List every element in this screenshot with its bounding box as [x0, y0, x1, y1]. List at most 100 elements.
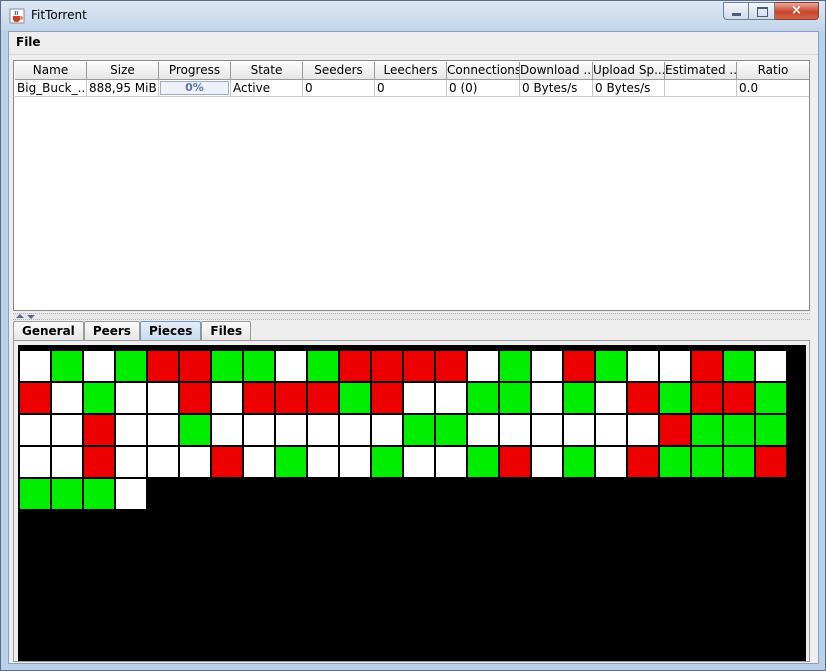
column-header-size[interactable]: Size: [87, 62, 159, 80]
piece-missing: [340, 447, 370, 477]
piece-downloading: [436, 351, 466, 381]
torrent-table[interactable]: Name Size Progress State Seeders Leecher…: [13, 60, 810, 311]
tab-peers[interactable]: Peers: [83, 321, 140, 340]
piece-complete: [692, 415, 722, 445]
column-header-progress[interactable]: Progress: [159, 62, 231, 80]
column-header-download[interactable]: Download ...: [520, 62, 593, 80]
minimize-button[interactable]: [723, 2, 749, 20]
piece-downloading: [20, 383, 50, 413]
column-header-ratio[interactable]: Ratio: [737, 62, 809, 80]
title-bar[interactable]: FitTorrent ×: [1, 1, 825, 31]
piece-complete: [372, 447, 402, 477]
piece-missing: [308, 447, 338, 477]
piece-missing: [20, 415, 50, 445]
column-header-leechers[interactable]: Leechers: [375, 62, 447, 80]
expand-down-icon[interactable]: [27, 315, 35, 319]
piece-downloading: [692, 351, 722, 381]
cell-upload: 0 Bytes/s: [593, 80, 665, 97]
piece-missing: [244, 415, 274, 445]
cell-download: 0 Bytes/s: [520, 80, 593, 97]
piece-missing: [660, 351, 690, 381]
split-pane-divider[interactable]: [13, 313, 810, 320]
piece-complete: [116, 351, 146, 381]
piece-complete: [276, 447, 306, 477]
expand-up-icon[interactable]: [16, 314, 24, 318]
piece-downloading: [148, 351, 178, 381]
piece-missing: [532, 351, 562, 381]
piece-missing: [180, 447, 210, 477]
piece-downloading: [372, 383, 402, 413]
piece-complete: [756, 415, 786, 445]
piece-complete: [84, 383, 114, 413]
piece-missing: [436, 383, 466, 413]
piece-complete: [468, 447, 498, 477]
piece-downloading: [372, 351, 402, 381]
cell-estimated: [665, 80, 737, 97]
piece-downloading: [724, 383, 754, 413]
column-header-upload[interactable]: Upload Sp...: [593, 62, 665, 80]
piece-downloading: [340, 351, 370, 381]
java-coffee-cup-icon: [9, 8, 25, 24]
piece-missing: [564, 415, 594, 445]
piece-complete: [692, 447, 722, 477]
piece-complete: [596, 351, 626, 381]
table-row[interactable]: Big_Buck_... 888,95 MiB 0% Active 0 0 0 …: [15, 80, 809, 97]
cell-size: 888,95 MiB: [87, 80, 159, 97]
piece-missing: [404, 383, 434, 413]
piece-complete: [724, 447, 754, 477]
cell-ratio: 0.0: [737, 80, 809, 97]
piece-missing: [436, 447, 466, 477]
column-header-state[interactable]: State: [231, 62, 303, 80]
maximize-icon: [757, 7, 768, 17]
progress-bar: 0%: [160, 81, 229, 95]
piece-downloading: [692, 383, 722, 413]
piece-downloading: [564, 351, 594, 381]
progress-text: 0%: [185, 81, 204, 94]
piece-downloading: [180, 383, 210, 413]
piece-missing: [212, 383, 242, 413]
piece-missing: [148, 447, 178, 477]
column-header-name[interactable]: Name: [15, 62, 87, 80]
piece-missing: [20, 351, 50, 381]
piece-missing: [372, 415, 402, 445]
piece-complete: [500, 383, 530, 413]
piece-missing: [596, 415, 626, 445]
piece-complete: [244, 351, 274, 381]
piece-downloading: [244, 383, 274, 413]
piece-missing: [116, 479, 146, 509]
tab-pieces[interactable]: Pieces: [139, 321, 202, 340]
piece-missing: [308, 415, 338, 445]
piece-missing: [276, 351, 306, 381]
piece-missing: [756, 351, 786, 381]
cell-seeders: 0: [303, 80, 375, 97]
column-header-estimated[interactable]: Estimated ...: [665, 62, 737, 80]
piece-complete: [180, 415, 210, 445]
piece-missing: [532, 447, 562, 477]
piece-complete: [500, 351, 530, 381]
minimize-icon: [732, 13, 741, 16]
piece-complete: [756, 383, 786, 413]
piece-downloading: [404, 351, 434, 381]
detail-tabs: General Peers Pieces Files: [13, 321, 252, 341]
tab-general[interactable]: General: [13, 321, 84, 340]
piece-missing: [500, 415, 530, 445]
piece-complete: [724, 351, 754, 381]
column-header-seeders[interactable]: Seeders: [303, 62, 375, 80]
piece-downloading: [276, 383, 306, 413]
column-header-connections[interactable]: Connections: [447, 62, 520, 80]
close-button[interactable]: ×: [775, 2, 819, 20]
piece-complete: [212, 351, 242, 381]
maximize-button[interactable]: [749, 2, 775, 20]
piece-complete: [404, 415, 434, 445]
piece-downloading: [628, 383, 658, 413]
piece-missing: [532, 415, 562, 445]
piece-complete: [564, 383, 594, 413]
table-header: Name Size Progress State Seeders Leecher…: [15, 62, 809, 80]
client-area: File Name Size Progress State Seeders Le…: [8, 31, 819, 664]
tab-files[interactable]: Files: [201, 321, 252, 340]
cell-connections: 0 (0): [447, 80, 520, 97]
menu-file[interactable]: File: [15, 35, 42, 49]
piece-missing: [596, 383, 626, 413]
piece-complete: [308, 351, 338, 381]
cell-progress: 0%: [159, 80, 231, 97]
